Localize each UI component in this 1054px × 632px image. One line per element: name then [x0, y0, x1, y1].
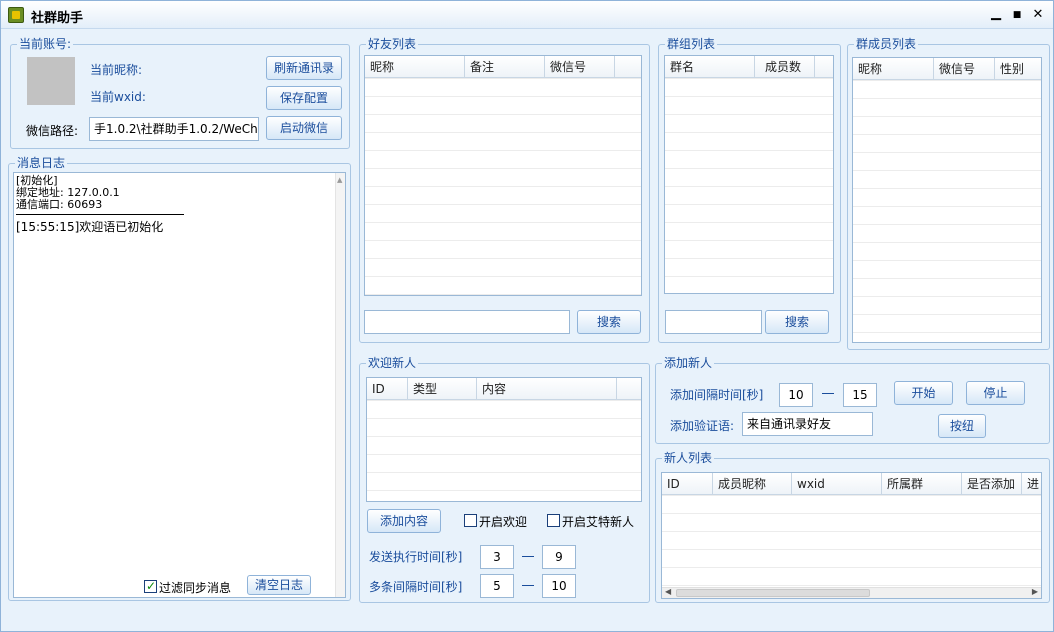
enable-welcome-checkbox[interactable]: [464, 514, 477, 527]
app-icon: [8, 7, 24, 23]
friends-table-body: [365, 78, 641, 295]
add-interval-min-input[interactable]: 10: [779, 383, 813, 407]
welcome-table-header: ID 类型 内容: [367, 378, 641, 400]
add-interval-max-input[interactable]: 15: [843, 383, 877, 407]
log-textarea[interactable]: [初始化] 绑定地址: 127.0.0.1 通信端口: 60693 [15:55…: [13, 172, 346, 598]
interval-min-input[interactable]: 5: [480, 574, 514, 598]
new-members-table-header: ID 成员昵称 wxid 所属群 是否添加 进: [662, 473, 1041, 495]
members-table[interactable]: 昵称 微信号 性别: [852, 57, 1042, 343]
interval-max-input[interactable]: 10: [542, 574, 576, 598]
add-content-button[interactable]: 添加内容: [367, 509, 441, 533]
log-separator: [16, 214, 184, 215]
title-bar: 社群助手 ▁ ■ ✕: [1, 1, 1053, 29]
log-line: [15:55:15]欢迎语已初始化: [16, 220, 164, 234]
wxid-label: 当前wxid:: [90, 90, 146, 104]
groups-table-header: 群名 成员数: [665, 56, 833, 78]
groups-search-input[interactable]: [665, 310, 762, 334]
column-header[interactable]: 微信号: [934, 58, 995, 79]
save-config-button[interactable]: 保存配置: [266, 86, 342, 110]
enable-at-new-checkbox[interactable]: [547, 514, 560, 527]
wechat-path-label: 微信路径:: [26, 124, 79, 138]
column-header[interactable]: 性别: [995, 58, 1041, 79]
column-header[interactable]: ID: [662, 473, 713, 494]
column-header[interactable]: 成员昵称: [713, 473, 792, 494]
start-button[interactable]: 开始: [894, 381, 953, 405]
verify-text-input[interactable]: 来自通讯录好友: [742, 412, 873, 436]
range-dash: [822, 393, 834, 394]
column-header[interactable]: 微信号: [545, 56, 615, 77]
scroll-left-icon[interactable]: ◀: [665, 587, 671, 596]
column-header[interactable]: 内容: [477, 378, 617, 399]
new-members-table[interactable]: ID 成员昵称 wxid 所属群 是否添加 进 ◀ ▶: [661, 472, 1042, 599]
clear-log-button[interactable]: 清空日志: [247, 575, 311, 595]
members-table-header: 昵称 微信号 性别: [853, 58, 1041, 80]
refresh-contacts-button[interactable]: 刷新通讯录: [266, 56, 342, 80]
welcome-table[interactable]: ID 类型 内容: [366, 377, 642, 502]
column-header[interactable]: ID: [367, 378, 408, 399]
nickname-label: 当前昵称:: [90, 63, 143, 77]
welcome-table-body: [367, 400, 641, 501]
new-list-group-label: 新人列表: [662, 451, 715, 465]
column-header[interactable]: 成员数: [755, 56, 815, 77]
column-header[interactable]: 所属群: [882, 473, 962, 494]
friends-search-input[interactable]: [364, 310, 570, 334]
members-table-body: [853, 80, 1041, 342]
column-header[interactable]: 类型: [408, 378, 477, 399]
range-dash: [522, 585, 534, 586]
friends-search-button[interactable]: 搜索: [577, 310, 641, 334]
log-group-label: 消息日志: [15, 156, 68, 170]
add-new-group-label: 添加新人: [662, 356, 715, 370]
friends-group-label: 好友列表: [366, 37, 419, 51]
members-group-label: 群成员列表: [854, 37, 919, 51]
scroll-up-icon[interactable]: ▲: [337, 174, 342, 186]
column-header[interactable]: 昵称: [365, 56, 465, 77]
verify-text-label: 添加验证语:: [670, 419, 735, 433]
minimize-icon[interactable]: ▁: [986, 4, 1006, 24]
maximize-icon[interactable]: ■: [1007, 5, 1027, 25]
interval-label: 多条间隔时间[秒]: [369, 580, 463, 594]
groups-table[interactable]: 群名 成员数: [664, 55, 834, 294]
filter-sync-checkbox[interactable]: ✓: [144, 579, 157, 593]
column-header[interactable]: 昵称: [853, 58, 934, 79]
column-header: [815, 56, 833, 77]
scroll-right-icon[interactable]: ▶: [1032, 587, 1038, 596]
column-header[interactable]: 进: [1022, 473, 1041, 494]
main-window: 社群助手 ▁ ■ ✕ 当前账号: 当前昵称: 当前wxid: 刷新通讯录 保存配…: [0, 0, 1054, 632]
enable-welcome-label: 开启欢迎: [479, 515, 528, 529]
welcome-group-label: 欢迎新人: [366, 356, 419, 370]
stop-button[interactable]: 停止: [966, 381, 1025, 405]
range-dash: [522, 556, 534, 557]
close-icon[interactable]: ✕: [1028, 5, 1048, 25]
send-time-label: 发送执行时间[秒]: [369, 550, 463, 564]
new-members-table-body: [662, 495, 1041, 587]
column-header[interactable]: 是否添加: [962, 473, 1022, 494]
wechat-path-input[interactable]: 手1.0.2\社群助手1.0.2/WeChat: [89, 117, 259, 141]
send-time-min-input[interactable]: 3: [480, 545, 514, 569]
scroll-thumb[interactable]: [676, 589, 870, 597]
add-interval-label: 添加间隔时间[秒]: [670, 388, 764, 402]
checkmark-icon: ✓: [145, 579, 157, 593]
window-title: 社群助手: [31, 11, 84, 26]
launch-wechat-button[interactable]: 启动微信: [266, 116, 342, 140]
avatar: [27, 57, 75, 105]
log-line: 通信端口: 60693: [16, 198, 103, 211]
column-header: [615, 56, 641, 77]
new-members-hscrollbar[interactable]: ◀ ▶: [662, 587, 1041, 598]
send-time-max-input[interactable]: 9: [542, 545, 576, 569]
account-group-label: 当前账号:: [17, 37, 74, 51]
column-header[interactable]: 群名: [665, 56, 755, 77]
log-scrollbar[interactable]: ▲: [335, 173, 345, 597]
enable-at-new-label: 开启艾特新人: [562, 515, 635, 529]
groups-group-label: 群组列表: [665, 37, 718, 51]
column-header[interactable]: 备注: [465, 56, 545, 77]
button-button[interactable]: 按纽: [938, 414, 986, 438]
column-header: [617, 378, 641, 399]
filter-sync-label: 过滤同步消息: [159, 581, 232, 595]
friends-table-header: 昵称 备注 微信号: [365, 56, 641, 78]
column-header[interactable]: wxid: [792, 473, 882, 494]
friends-table[interactable]: 昵称 备注 微信号: [364, 55, 642, 296]
groups-table-body: [665, 78, 833, 293]
groups-search-button[interactable]: 搜索: [765, 310, 829, 334]
